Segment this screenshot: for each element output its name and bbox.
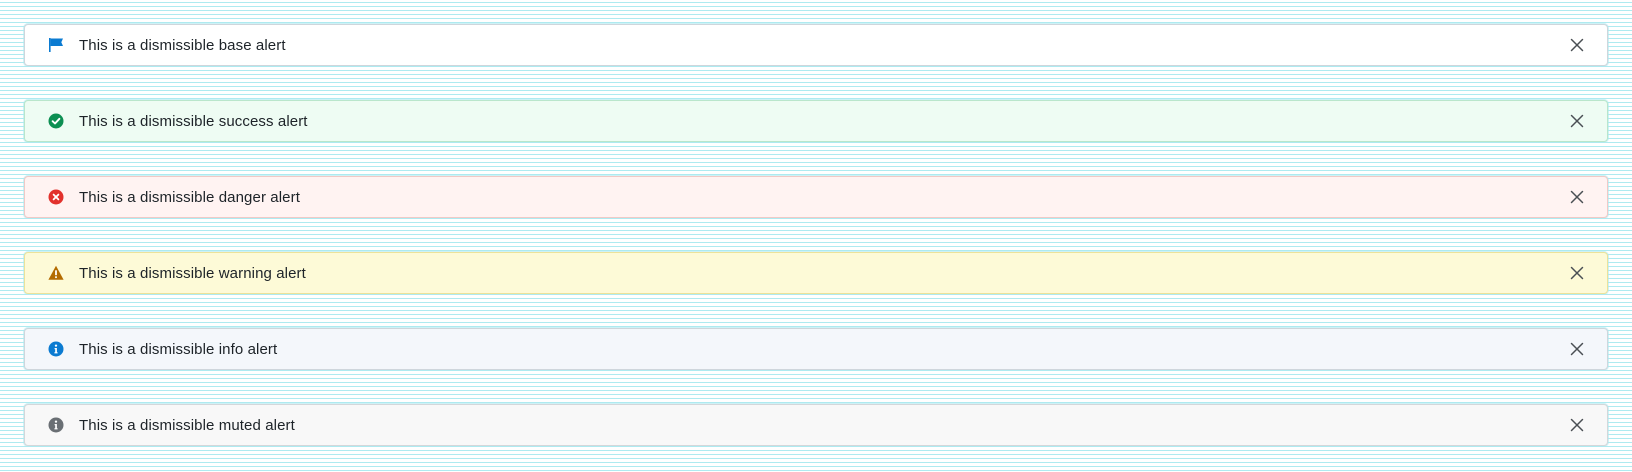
dismiss-button[interactable]: [1563, 335, 1591, 363]
info-alert: This is a dismissible info alert: [24, 328, 1608, 370]
alert-list: This is a dismissible base alert This is…: [24, 24, 1608, 446]
alert-message: This is a dismissible success alert: [79, 112, 308, 130]
alert-message: This is a dismissible info alert: [79, 340, 278, 358]
close-icon: [1570, 418, 1584, 432]
info-circle-icon: [48, 417, 64, 433]
muted-alert: This is a dismissible muted alert: [24, 404, 1608, 446]
close-icon: [1570, 38, 1584, 52]
close-icon: [1570, 190, 1584, 204]
warning-alert: This is a dismissible warning alert: [24, 252, 1608, 294]
dismiss-button[interactable]: [1563, 259, 1591, 287]
dismiss-button[interactable]: [1563, 411, 1591, 439]
warning-triangle-icon: [48, 265, 64, 281]
flag-icon: [48, 37, 64, 53]
check-circle-icon: [48, 113, 64, 129]
info-circle-icon: [48, 341, 64, 357]
alert-message: This is a dismissible danger alert: [79, 188, 300, 206]
close-icon: [1570, 266, 1584, 280]
alert-message: This is a dismissible muted alert: [79, 416, 295, 434]
alert-message: This is a dismissible base alert: [79, 36, 286, 54]
close-icon: [1570, 114, 1584, 128]
dismiss-button[interactable]: [1563, 31, 1591, 59]
alert-message: This is a dismissible warning alert: [79, 264, 306, 282]
dismiss-button[interactable]: [1563, 183, 1591, 211]
close-icon: [1570, 342, 1584, 356]
danger-alert: This is a dismissible danger alert: [24, 176, 1608, 218]
x-circle-icon: [48, 189, 64, 205]
dismiss-button[interactable]: [1563, 107, 1591, 135]
base-alert: This is a dismissible base alert: [24, 24, 1608, 66]
success-alert: This is a dismissible success alert: [24, 100, 1608, 142]
